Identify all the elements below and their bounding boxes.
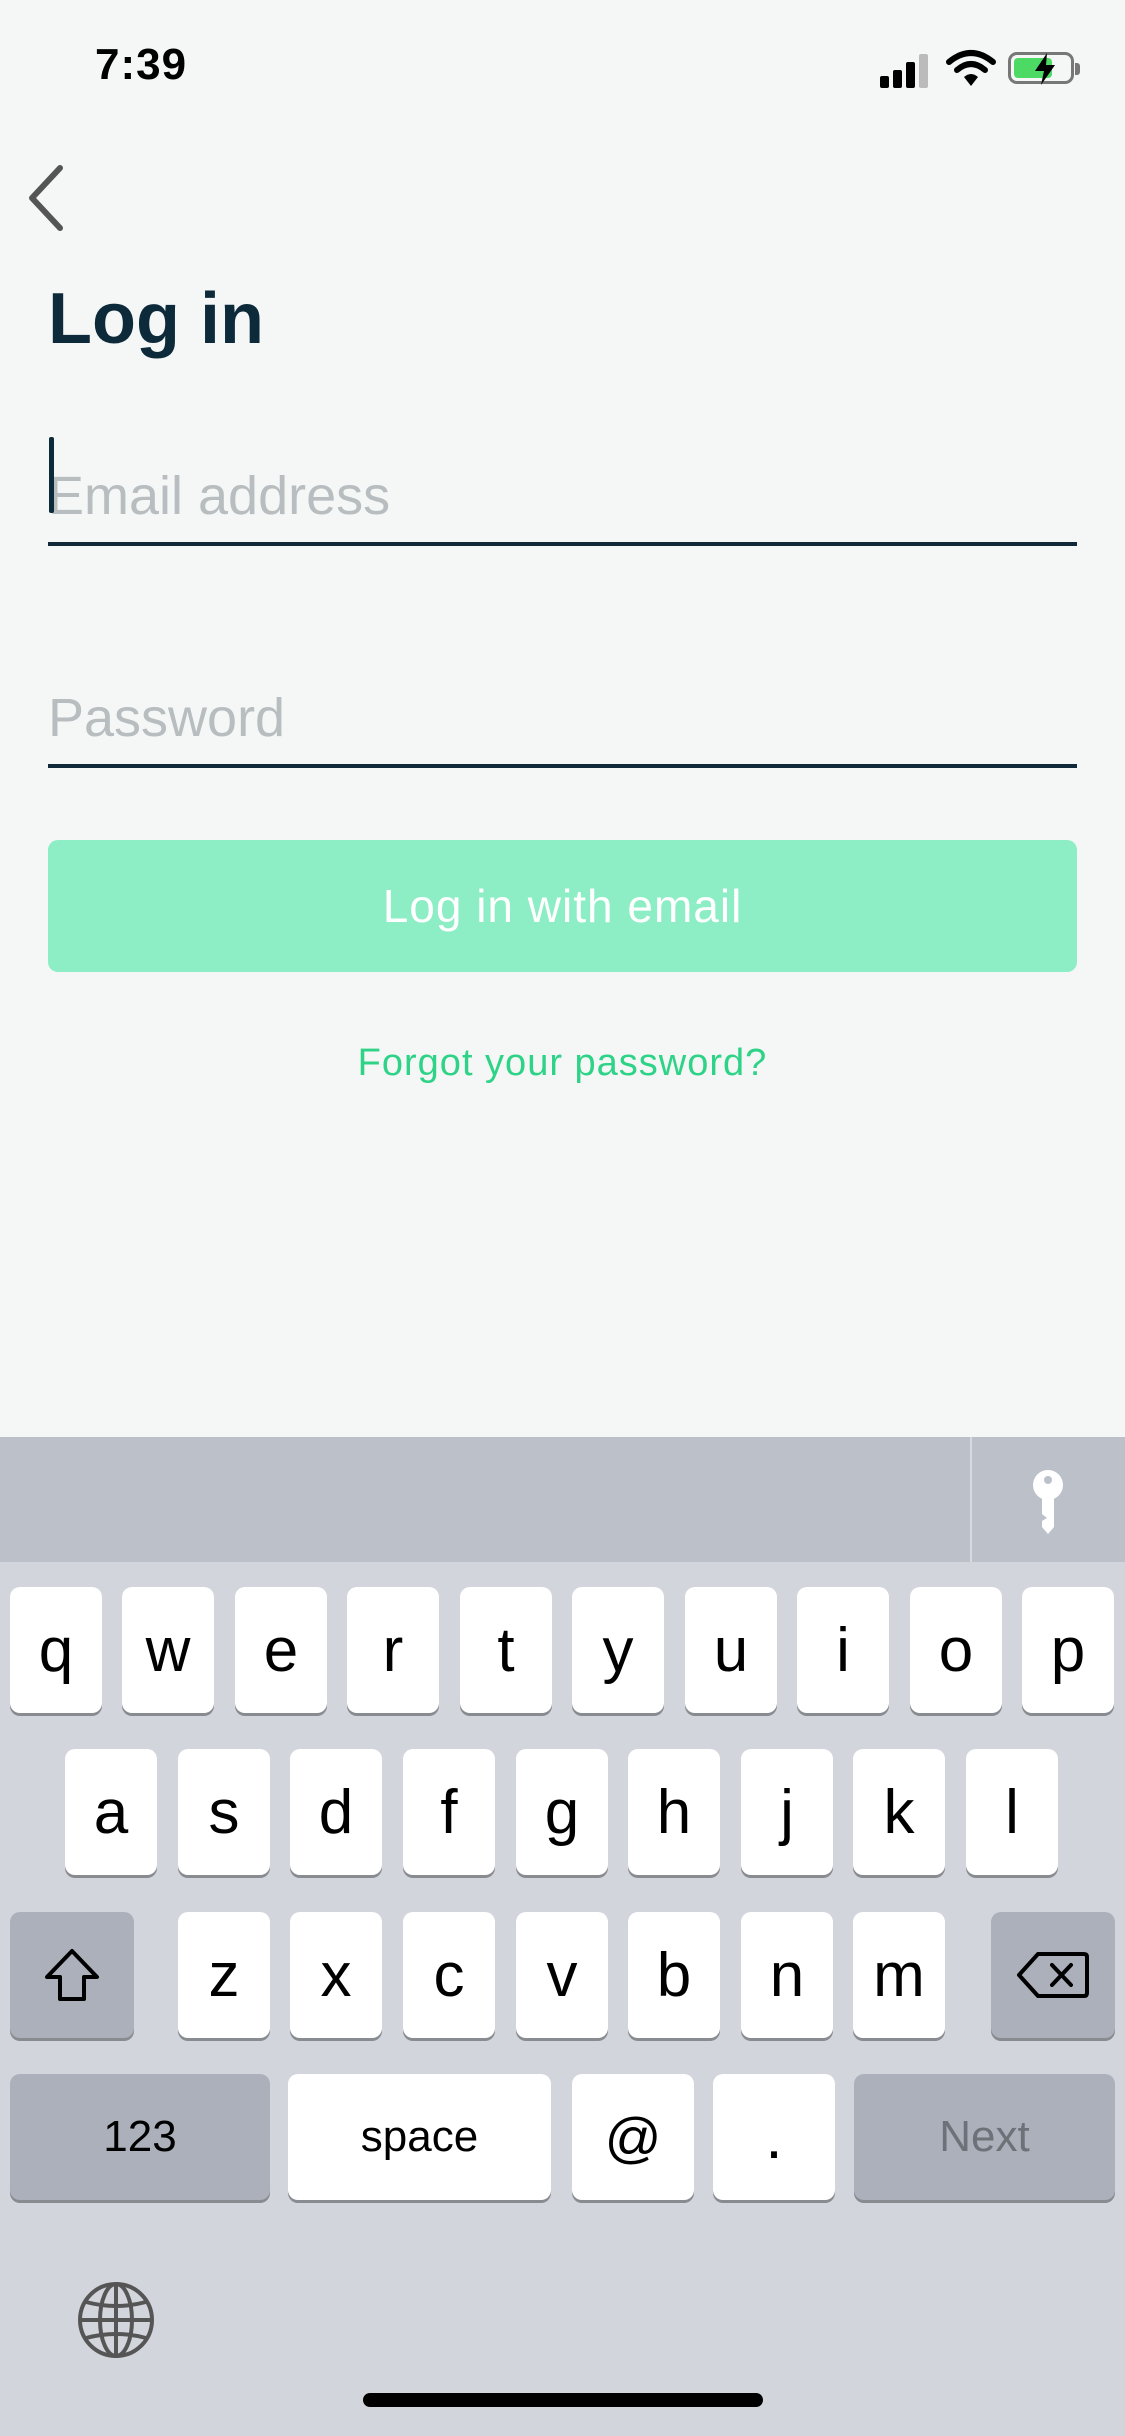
key-i[interactable]: i: [797, 1587, 889, 1713]
key-c[interactable]: c: [403, 1912, 495, 2038]
key-w[interactable]: w: [122, 1587, 214, 1713]
key-e[interactable]: e: [235, 1587, 327, 1713]
key-v[interactable]: v: [516, 1912, 608, 2038]
status-bar: 7:39: [0, 0, 1125, 130]
key-a[interactable]: a: [65, 1749, 157, 1875]
home-indicator[interactable]: [363, 2393, 763, 2407]
status-time: 7:39: [95, 40, 188, 89]
key-j[interactable]: j: [741, 1749, 833, 1875]
key-l[interactable]: l: [966, 1749, 1058, 1875]
key-x[interactable]: x: [290, 1912, 382, 2038]
key-g[interactable]: g: [516, 1749, 608, 1875]
shift-icon: [45, 1949, 99, 2001]
at-key[interactable]: @: [572, 2074, 694, 2200]
key-f[interactable]: f: [403, 1749, 495, 1875]
backspace-icon: [1017, 1952, 1089, 1998]
key-z[interactable]: z: [178, 1912, 270, 2038]
keyboard-toolbar: [0, 1437, 1125, 1562]
key-h[interactable]: h: [628, 1749, 720, 1875]
key-s[interactable]: s: [178, 1749, 270, 1875]
back-chevron-icon[interactable]: [22, 162, 72, 234]
key-n[interactable]: n: [741, 1912, 833, 2038]
battery-icon: [1008, 52, 1080, 85]
next-key[interactable]: Next: [854, 2074, 1115, 2200]
period-key[interactable]: .: [713, 2074, 835, 2200]
password-field[interactable]: [48, 672, 1077, 768]
login-with-email-button[interactable]: Log in with email: [48, 840, 1077, 972]
shift-key[interactable]: [10, 1912, 134, 2038]
key-t[interactable]: t: [460, 1587, 552, 1713]
key-o[interactable]: o: [910, 1587, 1002, 1713]
email-field[interactable]: [48, 450, 1077, 546]
globe-icon[interactable]: [76, 2280, 156, 2360]
page-title: Log in: [48, 279, 264, 359]
text-cursor: [49, 437, 54, 513]
key-d[interactable]: d: [290, 1749, 382, 1875]
toolbar-divider: [970, 1437, 972, 1562]
key-r[interactable]: r: [347, 1587, 439, 1713]
key-m[interactable]: m: [853, 1912, 945, 2038]
key-icon[interactable]: [1028, 1469, 1068, 1535]
wifi-icon: [946, 50, 996, 86]
cellular-signal-icon: [880, 52, 932, 88]
key-q[interactable]: q: [10, 1587, 102, 1713]
key-k[interactable]: k: [853, 1749, 945, 1875]
key-u[interactable]: u: [685, 1587, 777, 1713]
numbers-key[interactable]: 123: [10, 2074, 270, 2200]
forgot-password-link[interactable]: Forgot your password?: [0, 1042, 1125, 1085]
key-p[interactable]: p: [1022, 1587, 1114, 1713]
space-key[interactable]: space: [288, 2074, 551, 2200]
key-b[interactable]: b: [628, 1912, 720, 2038]
delete-key[interactable]: [991, 1912, 1115, 2038]
key-y[interactable]: y: [572, 1587, 664, 1713]
